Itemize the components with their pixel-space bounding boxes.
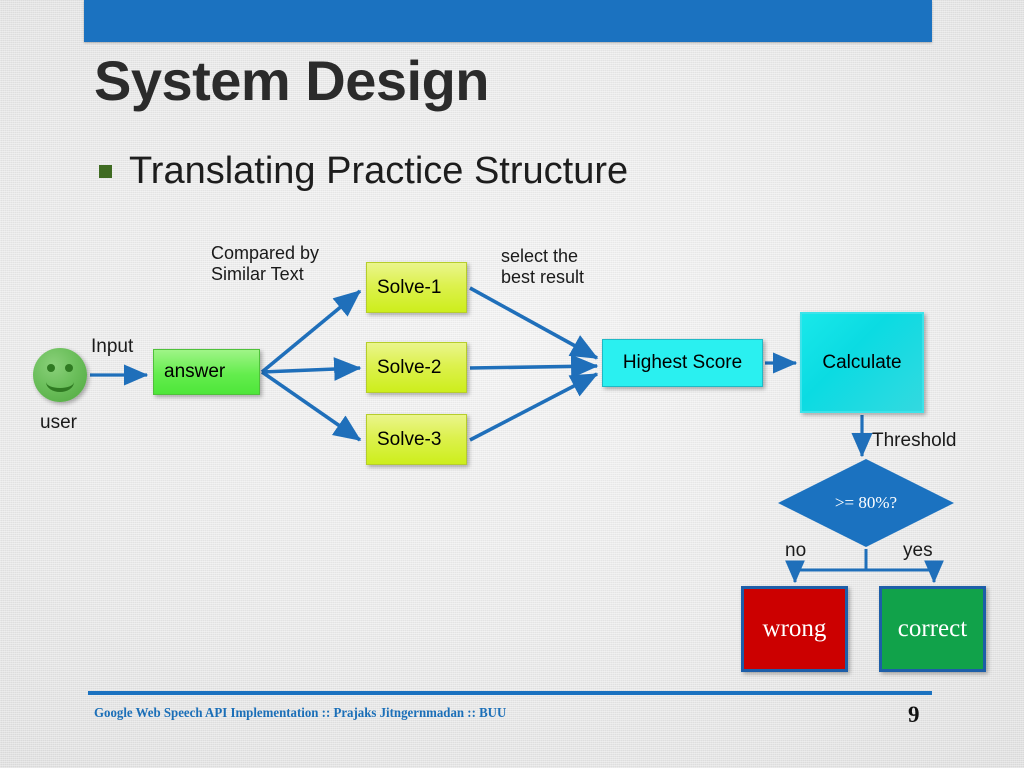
page-number: 9 (908, 702, 920, 727)
label-input: Input (91, 336, 134, 357)
flow-diagram: user Input Compared by Similar Text sele… (0, 0, 1024, 768)
node-correct-label: correct (897, 615, 968, 642)
node-solve-3-label: Solve-3 (377, 428, 442, 450)
label-threshold: Threshold (872, 430, 957, 451)
node-calculate-label: Calculate (822, 351, 902, 373)
node-highest-score-label: Highest Score (622, 352, 743, 373)
node-solve-1: Solve-1 (366, 262, 467, 313)
label-select-best-result: select the best result (501, 246, 585, 288)
user-avatar-icon (33, 348, 87, 402)
footer-text: Google Web Speech API Implementation :: … (94, 706, 507, 721)
slide-canvas: System Design Translating Practice Struc… (0, 0, 1024, 768)
node-wrong: wrong (741, 586, 848, 672)
node-decision-label: >= 80%? (834, 493, 898, 512)
node-correct: correct (879, 586, 986, 672)
avatar-eye-left-icon (47, 364, 55, 372)
node-solve-2-label: Solve-2 (377, 356, 442, 378)
node-solve-2: Solve-2 (366, 342, 467, 393)
node-answer: answer (153, 349, 260, 395)
node-answer-label: answer (164, 361, 226, 382)
node-highest-score: Highest Score (602, 339, 763, 387)
node-solve-1-label: Solve-1 (377, 276, 442, 298)
label-user: user (40, 412, 77, 433)
label-compared-by-similar-text: Compared by Similar Text (211, 243, 320, 285)
node-wrong-label: wrong (762, 615, 827, 642)
footer-divider (88, 691, 932, 695)
node-solve-3: Solve-3 (366, 414, 467, 465)
node-calculate: Calculate (800, 312, 924, 413)
node-decision-threshold: >= 80%? (778, 459, 954, 547)
avatar-smile-icon (46, 372, 74, 392)
avatar-eye-right-icon (65, 364, 73, 372)
